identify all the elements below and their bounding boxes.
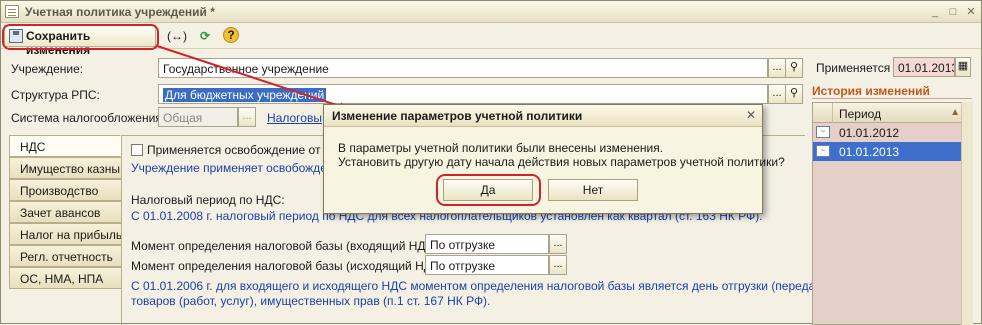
document-icon	[5, 5, 19, 18]
history-header: Период ▲	[813, 103, 970, 123]
record-icon: ~	[816, 126, 830, 138]
tab-profit-tax[interactable]: Налог на прибыль	[9, 223, 122, 245]
history-row[interactable]: ~ 01.01.2012	[813, 123, 970, 142]
base-in-label: Момент определения налоговой базы (входя…	[131, 239, 442, 253]
tax-system-field[interactable]: Общая	[158, 107, 238, 127]
institution-open-icon[interactable]: ⚲	[785, 58, 803, 78]
applies-from-date-field[interactable]: 01.01.2013	[893, 57, 955, 77]
tab-treasury-property[interactable]: Имущество казны	[9, 157, 121, 179]
yes-button-highlight	[436, 174, 541, 206]
tab-production[interactable]: Производство	[9, 179, 121, 201]
structure-icon[interactable]: (↔)	[167, 27, 187, 45]
history-row-selected[interactable]: ~ 01.01.2013	[813, 142, 970, 161]
base-in-field[interactable]: По отгрузке	[425, 234, 549, 254]
record-icon: ~	[816, 145, 830, 157]
institution-select-button[interactable]: ...	[768, 58, 786, 78]
institution-label: Учреждение:	[11, 62, 84, 76]
history-scrollbar[interactable]	[961, 102, 973, 325]
history-empty-area	[813, 161, 835, 324]
close-icon[interactable]: ✕	[963, 4, 979, 20]
rps-label: Структура РПС:	[11, 88, 100, 102]
main-window: Учетная политика учреждений * _ □ ✕ Сохр…	[0, 0, 982, 325]
help-icon[interactable]: ?	[223, 27, 239, 43]
dialog-message-line-1: В параметры учетной политики были внесен…	[338, 141, 664, 155]
tax-system-label: Система налогообложения:	[11, 111, 166, 125]
window-title: Учетная политика учреждений *	[25, 5, 215, 19]
maximize-icon[interactable]: □	[945, 4, 961, 20]
history-divider	[812, 98, 972, 99]
tab-list: НДС Имущество казны Производство Зачет а…	[9, 135, 122, 289]
base-in-select-button[interactable]: ...	[549, 234, 567, 254]
tax-link[interactable]: Налоговы	[267, 111, 322, 125]
rps-field[interactable]: Для бюджетных учреждений	[158, 84, 768, 104]
sort-icon[interactable]: ▲	[950, 107, 960, 118]
note-line-1: С 01.01.2006 г. для входящего и исходяще…	[131, 279, 832, 293]
tax-system-select-button[interactable]: ...	[238, 107, 256, 127]
exemption-checkbox[interactable]	[131, 144, 143, 156]
history-period-header[interactable]: Период	[839, 107, 881, 121]
tab-reports[interactable]: Регл. отчетность	[9, 245, 121, 267]
dialog-title-bar: Изменение параметров учетной политики ✕	[324, 105, 762, 127]
rps-open-icon[interactable]: ⚲	[785, 84, 803, 104]
base-out-label: Момент определения налоговой базы (исход…	[131, 259, 448, 273]
exemption-checkbox-label: Применяется освобождение от упла	[147, 143, 350, 157]
tab-advance-offset[interactable]: Зачет авансов	[9, 201, 121, 223]
base-out-select-button[interactable]: ...	[549, 255, 567, 275]
exemption-link[interactable]: Учреждение применяет освобождение	[131, 161, 347, 175]
note-line-2: товаров (работ, услуг), имущественных пр…	[131, 294, 491, 308]
confirm-dialog: Изменение параметров учетной политики ✕ …	[323, 104, 785, 214]
tab-vat[interactable]: НДС	[9, 135, 121, 157]
tax-period-label: Налоговый период по НДС:	[131, 193, 285, 207]
history-title: История изменений	[812, 84, 930, 98]
refresh-icon[interactable]: ⟳	[196, 27, 214, 45]
save-button-highlight	[2, 24, 159, 50]
tab-fixed-assets[interactable]: ОС, НМА, НПА	[9, 267, 121, 289]
rps-value: Для бюджетных учреждений	[163, 88, 327, 102]
history-empty-area	[835, 161, 970, 324]
minimize-icon[interactable]: _	[927, 4, 943, 20]
history-table: Период ▲ ~ 01.01.2012 ~ 01.01.2013	[812, 102, 971, 325]
applies-from-label: Применяется с:	[816, 61, 903, 75]
dialog-close-icon[interactable]: ✕	[746, 108, 756, 122]
title-bar: Учетная политика учреждений * _ □ ✕	[1, 1, 981, 23]
history-icon-column	[813, 103, 833, 123]
no-button[interactable]: Нет	[548, 179, 638, 201]
history-row-date: 01.01.2013	[839, 145, 900, 159]
calendar-icon[interactable]: ▦	[955, 57, 971, 77]
dialog-message-line-2: Установить другую дату начала действия н…	[338, 155, 785, 169]
history-row-date: 01.01.2012	[839, 126, 900, 140]
dialog-title: Изменение параметров учетной политики	[332, 109, 583, 123]
base-out-field[interactable]: По отгрузке	[425, 255, 549, 275]
rps-select-button[interactable]: ...	[768, 84, 786, 104]
